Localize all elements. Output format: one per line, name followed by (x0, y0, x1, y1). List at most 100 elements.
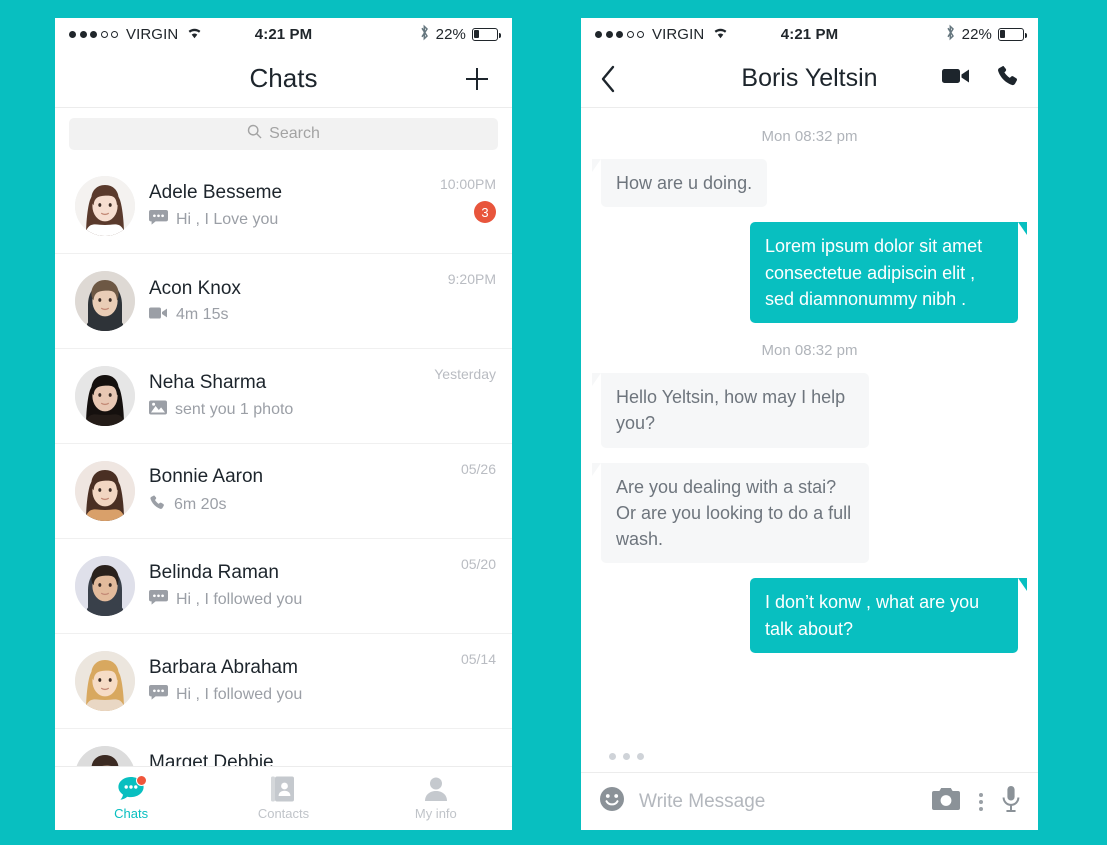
chat-preview-text: 4m 15s (176, 306, 229, 323)
chat-item-main: Bonnie Aaron 6m 20s (149, 466, 447, 516)
bluetooth-icon (419, 24, 430, 45)
chat-list-item[interactable]: Belinda Raman Hi , I followed you 05/20 (55, 539, 512, 634)
chat-item-meta: 05/20 (461, 552, 496, 572)
battery-percent-label: 22% (961, 25, 992, 43)
chat-item-meta: 9:20PM (448, 267, 496, 287)
chat-item-main: Adele Besseme Hi , I Love you (149, 182, 426, 230)
status-bar-left-group-2: VIRGIN (595, 26, 729, 43)
wifi-icon (712, 26, 729, 43)
message-daystamp: Mon 08:32 pm (761, 342, 858, 360)
message-bubble[interactable]: Lorem ipsum dolor sit amet consectetue a… (750, 222, 1027, 324)
message-input-placeholder[interactable]: Write Message (639, 791, 918, 813)
screenshot-stage: VIRGIN 4:21 PM 22% Chats Search Adele Be… (0, 0, 1107, 845)
unread-badge: 3 (474, 201, 496, 223)
status-bar-right: VIRGIN 4:21 PM 22% (581, 18, 1038, 50)
chat-preview: 6m 20s (149, 494, 447, 516)
chat-contact-name: Marget Debbie (149, 752, 274, 766)
message-bubble[interactable]: How are u doing. (591, 159, 768, 208)
status-bar-right-group-2: 22% (945, 24, 1027, 45)
chat-item-meta: 05/26 (461, 457, 496, 477)
conversation-spacer (601, 668, 1018, 749)
microphone-button[interactable] (1002, 786, 1020, 817)
chat-contact-name: Acon Knox (149, 277, 241, 299)
chevron-left-icon (601, 65, 615, 92)
voice-call-button[interactable] (996, 64, 1020, 93)
avatar (75, 461, 135, 521)
tab-contacts[interactable]: Contacts (207, 776, 359, 821)
bottom-tab-bar[interactable]: Chats Contacts My info (55, 766, 512, 830)
new-chat-button[interactable] (460, 62, 494, 96)
avatar-image (75, 271, 135, 331)
chat-preview: Hi , I followed you (149, 590, 447, 610)
search-placeholder: Search (269, 125, 320, 142)
chat-item-main: Belinda Raman Hi , I followed you (149, 562, 447, 610)
back-button[interactable] (599, 62, 629, 96)
chat-item-meta: 05/14 (461, 647, 496, 667)
chat-list-item[interactable]: Bonnie Aaron 6m 20s 05/26 (55, 444, 512, 539)
message-bubble[interactable]: Are you dealing with a stai? Or are you … (592, 462, 869, 564)
page-title: Chats (249, 63, 318, 93)
chat-preview: sent you 1 photo (149, 400, 420, 420)
carrier-label: VIRGIN (126, 25, 179, 43)
chat-list[interactable]: Adele Besseme Hi , I Love you 10:00PM 3 … (55, 159, 512, 766)
video-camera-icon (149, 306, 168, 325)
avatar (75, 746, 135, 766)
chat-item-meta: 10:00PM 3 (440, 172, 496, 223)
chat-list-item[interactable]: Acon Knox 4m 15s 9:20PM (55, 254, 512, 349)
signal-strength-icon (595, 30, 644, 38)
chat-bubble-icon (117, 775, 148, 802)
avatar-image (75, 556, 135, 616)
status-bar-left: VIRGIN 4:21 PM 22% (55, 18, 512, 50)
chat-preview: Hi , I followed you (149, 685, 447, 705)
microphone-icon (1002, 786, 1020, 812)
tab-label: My info (414, 806, 457, 821)
video-camera-icon (942, 69, 969, 83)
chat-list-item[interactable]: Adele Besseme Hi , I Love you 10:00PM 3 (55, 159, 512, 254)
video-call-button[interactable] (942, 66, 970, 91)
phone-icon (150, 495, 164, 509)
avatar-image (75, 461, 135, 521)
chat-timestamp: 10:00PM (439, 176, 496, 192)
chat-timestamp: 05/26 (460, 461, 496, 477)
chat-bubble-icon (149, 685, 168, 705)
message-bubble[interactable]: I don’t konw , what are you talk about? (750, 578, 1027, 653)
signal-strength-icon (69, 30, 118, 38)
chat-item-main: Barbara Abraham Hi , I followed you (149, 657, 447, 705)
incoming-message-row: Are you dealing with a stai? Or are you … (592, 462, 1018, 564)
chat-contact-name: Belinda Raman (149, 562, 279, 583)
tab-chats[interactable]: Chats (55, 775, 207, 821)
battery-icon (998, 27, 1027, 41)
notification-dot (136, 775, 148, 786)
photo-icon (149, 400, 167, 415)
carrier-label: VIRGIN (652, 25, 705, 43)
typing-indicator (601, 749, 1018, 772)
chat-contact-name: Adele Besseme (149, 182, 283, 203)
battery-percent-label: 22% (435, 25, 466, 43)
search-input[interactable]: Search (69, 118, 498, 150)
tab-my-info[interactable]: My info (360, 776, 512, 821)
wifi-icon (186, 26, 203, 43)
message-bubble[interactable]: Hello Yeltsin, how may I help you? (592, 373, 869, 448)
person-icon (424, 777, 447, 801)
chats-navbar: Chats (55, 50, 512, 108)
conversation-navbar: Boris Yeltsin (581, 50, 1038, 108)
incoming-message-row: Hello Yeltsin, how may I help you? (592, 373, 1018, 448)
chat-list-item[interactable]: Marget Debbie (55, 729, 512, 766)
phone-conversation: VIRGIN 4:21 PM 22% Boris Yeltsin Mon 08:… (581, 18, 1038, 830)
phone-icon (149, 494, 166, 516)
outgoing-message-row: I don’t konw , what are you talk about? (601, 578, 1027, 653)
avatar (75, 556, 135, 616)
more-options-button[interactable] (978, 792, 984, 811)
tab-label: Chats (114, 806, 149, 821)
chat-list-item[interactable]: Neha Sharma sent you 1 photo Yesterday (55, 349, 512, 444)
chat-timestamp: 9:20PM (447, 271, 496, 287)
chat-preview-text: 6m 20s (174, 496, 227, 513)
message-composer[interactable]: Write Message (581, 772, 1038, 830)
emoji-button[interactable] (599, 786, 625, 817)
chat-bubble-icon (149, 210, 168, 225)
chat-list-item[interactable]: Barbara Abraham Hi , I followed you 05/1… (55, 634, 512, 729)
phone-chats-list: VIRGIN 4:21 PM 22% Chats Search Adele Be… (55, 18, 512, 830)
chat-contact-name: Bonnie Aaron (149, 466, 264, 487)
camera-button[interactable] (932, 788, 960, 815)
chat-preview-text: sent you 1 photo (175, 401, 294, 418)
